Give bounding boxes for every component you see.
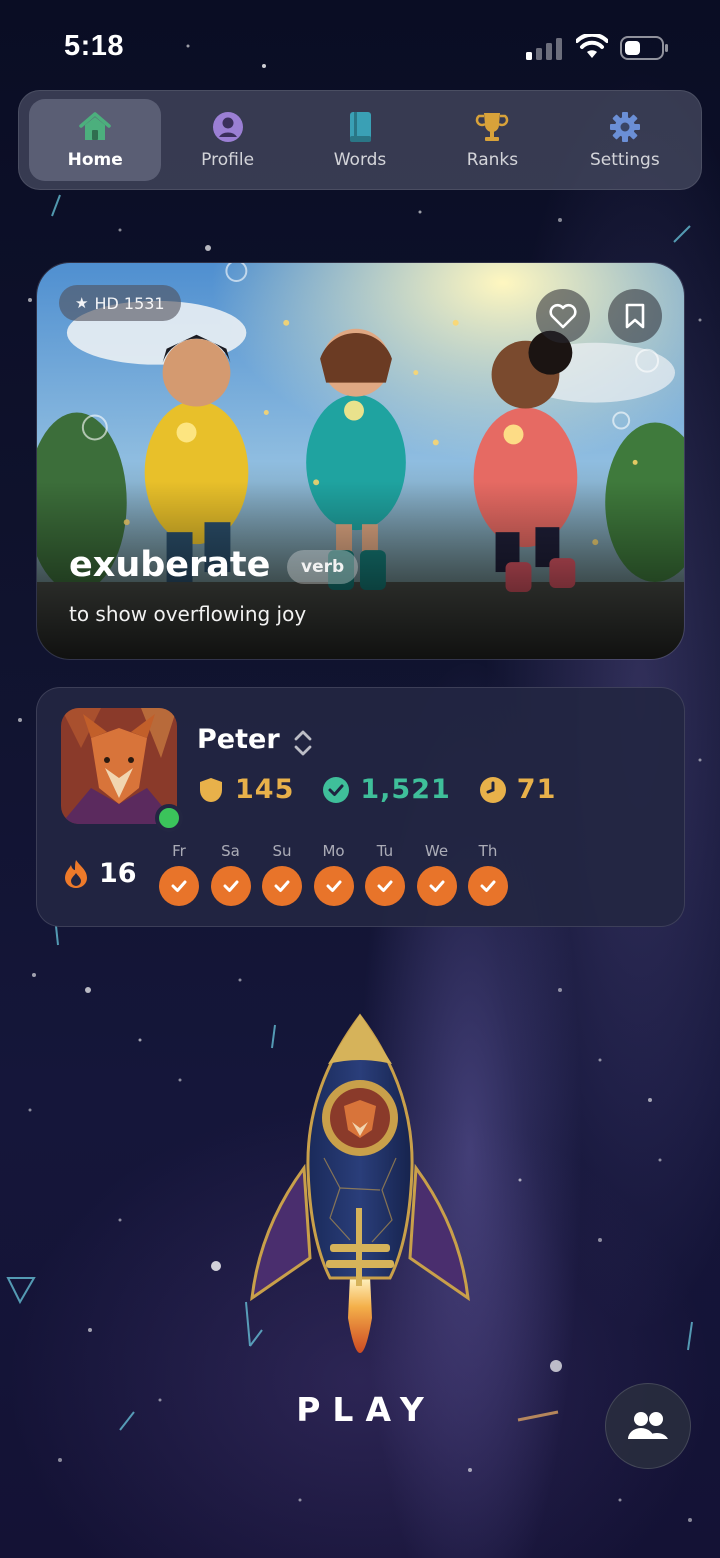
day-label: Sa [221, 842, 240, 860]
part-of-speech-badge: verb [287, 550, 359, 584]
word-card[interactable]: ★ HD 1531 exuberate verb to show overflo… [36, 262, 685, 660]
day-label: Fr [172, 842, 186, 860]
day-item: We [416, 842, 457, 906]
star-icon: ★ [75, 294, 89, 312]
day-check [159, 866, 199, 906]
book-icon [350, 112, 372, 142]
friends-button[interactable] [605, 1383, 691, 1469]
hd-badge-label: HD 1531 [94, 293, 165, 313]
day-label: We [424, 842, 449, 860]
status-bar: 5:18 [0, 0, 720, 90]
top-navigation: Home Profile Words Ranks Settings [18, 90, 702, 190]
weekly-streak: Fr Sa Su Mo Tu We Th [159, 842, 520, 906]
checkmark-icon [377, 880, 393, 892]
stat-verified: 1,521 [322, 774, 450, 805]
rocket-play-button[interactable] [240, 1008, 480, 1398]
stat-verified-value: 1,521 [360, 774, 451, 805]
chevron-up-down-icon[interactable] [291, 728, 315, 758]
bookmark-button[interactable] [608, 289, 662, 343]
nav-profile[interactable]: Profile [161, 99, 293, 181]
day-check [210, 866, 251, 906]
day-label: Su [272, 842, 292, 860]
nav-words[interactable]: Words [294, 99, 426, 181]
battery-icon [620, 36, 668, 60]
favorite-button[interactable] [536, 289, 590, 343]
trophy-icon [476, 113, 509, 141]
cellular-signal-icon [526, 38, 562, 60]
day-label: Mo [322, 842, 345, 860]
day-item: Mo [313, 842, 354, 906]
check-circle-icon [323, 776, 350, 803]
day-label: Th [478, 842, 498, 860]
checkmark-icon [429, 880, 444, 892]
clock-icon [479, 776, 506, 803]
checkmark-icon [326, 880, 341, 892]
day-check [365, 866, 405, 906]
day-item: Th [468, 842, 508, 906]
people-icon [628, 1412, 668, 1439]
checkmark-icon [223, 880, 238, 892]
nav-home[interactable]: Home [29, 99, 162, 181]
day-check [313, 866, 354, 906]
status-time: 5:18 [64, 30, 125, 62]
day-item: Sa [210, 842, 251, 906]
home-icon [79, 112, 111, 140]
stat-shield: 145 [197, 774, 294, 805]
profile-card: Peter 145 1,521 71 16 Fr Sa Su Mo Tu We … [36, 687, 685, 927]
hd-badge: ★ HD 1531 [59, 285, 181, 321]
streak-counter: 16 [63, 858, 137, 889]
nav-settings[interactable]: Settings [559, 99, 691, 181]
day-item: Tu [365, 842, 405, 906]
day-item: Fr [159, 842, 199, 906]
streak-value: 16 [99, 858, 137, 889]
shield-icon [200, 777, 222, 802]
bookmark-icon [625, 303, 645, 329]
nav-ranks-label: Ranks [466, 150, 519, 170]
word-title: exuberate [69, 545, 271, 585]
avatar-container[interactable] [61, 708, 183, 832]
user-name: Peter [197, 724, 280, 755]
profile-icon [212, 112, 243, 142]
day-check [468, 866, 508, 906]
day-item: Su [262, 842, 302, 906]
user-stats: 145 1,521 71 [197, 774, 584, 805]
stat-clock-value: 71 [516, 774, 557, 805]
heart-icon [549, 303, 577, 329]
nav-ranks[interactable]: Ranks [426, 99, 558, 181]
nav-settings-label: Settings [589, 150, 660, 170]
stat-shield-value: 145 [235, 774, 295, 805]
checkmark-icon [171, 880, 187, 892]
online-status-dot [155, 804, 183, 832]
gear-icon [609, 112, 640, 142]
nav-words-label: Words [333, 150, 387, 170]
nav-home-label: Home [67, 150, 123, 170]
flame-icon [65, 859, 87, 888]
day-check [416, 866, 457, 906]
stat-clock: 71 [479, 774, 557, 805]
word-definition: to show overflowing joy [69, 602, 307, 626]
nav-profile-label: Profile [201, 150, 255, 170]
checkmark-icon [480, 880, 496, 892]
day-label: Tu [376, 842, 394, 860]
checkmark-icon [274, 880, 290, 892]
day-check [262, 866, 302, 906]
wifi-icon [576, 34, 608, 58]
